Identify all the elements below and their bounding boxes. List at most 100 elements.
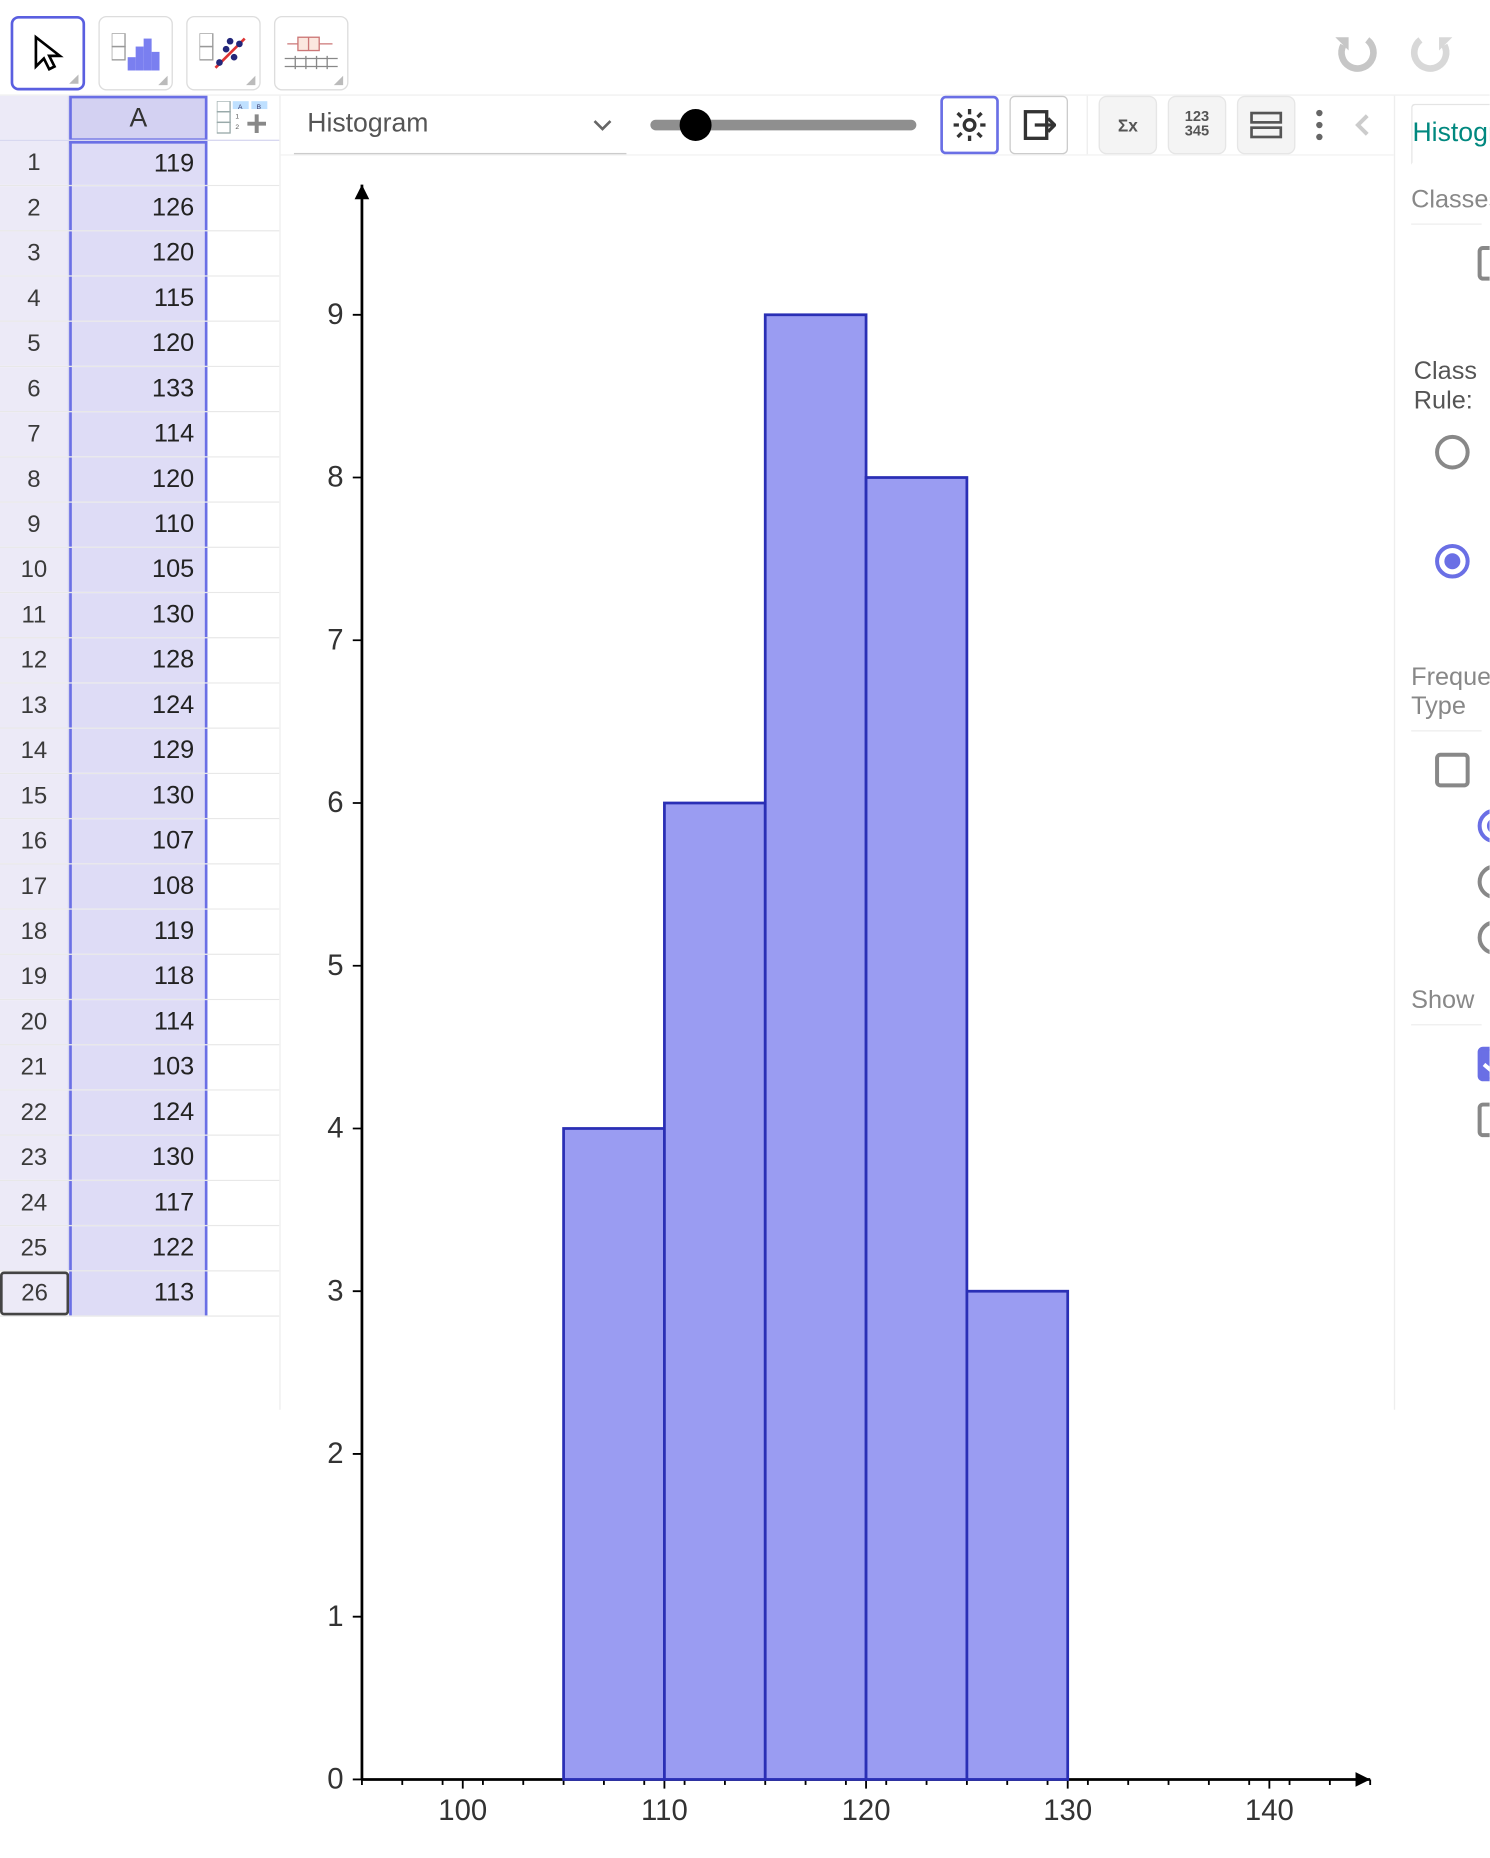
tab-histogram[interactable]: Histogram (1411, 104, 1489, 165)
checkbox-cumulative[interactable] (1435, 753, 1470, 788)
rownum-cell[interactable]: 5 (0, 322, 69, 366)
rownum-cell[interactable]: 25 (0, 1226, 69, 1270)
cell-a[interactable]: 124 (69, 1091, 207, 1135)
rownum-cell[interactable]: 13 (0, 684, 69, 728)
cell-b[interactable] (207, 412, 279, 456)
cell-b[interactable] (207, 1226, 279, 1270)
cell-a[interactable]: 118 (69, 955, 207, 999)
cell-a[interactable]: 128 (69, 638, 207, 682)
rownum-cell[interactable]: 16 (0, 819, 69, 863)
rownum-cell[interactable]: 7 (0, 412, 69, 456)
cell-b[interactable] (207, 910, 279, 954)
cell-a[interactable]: 124 (69, 684, 207, 728)
cell-b[interactable] (207, 955, 279, 999)
cell-a[interactable]: 115 (69, 277, 207, 321)
radio-relative[interactable] (1478, 865, 1490, 900)
cell-a[interactable]: 110 (69, 503, 207, 547)
radio-rule-lte-lt[interactable] (1435, 544, 1470, 579)
cell-b[interactable] (207, 1271, 279, 1315)
cell-a[interactable]: 133 (69, 367, 207, 411)
numbers-button[interactable]: 123 345 (1168, 96, 1227, 155)
class-width-slider[interactable] (650, 120, 916, 131)
cell-b[interactable] (207, 503, 279, 547)
cell-a[interactable]: 130 (69, 1136, 207, 1180)
cell-b[interactable] (207, 548, 279, 592)
kebab-button[interactable] (1306, 109, 1333, 141)
cell-a[interactable]: 122 (69, 1226, 207, 1270)
cell-b[interactable] (207, 1181, 279, 1225)
rownum-cell[interactable]: 11 (0, 593, 69, 637)
cell-b[interactable] (207, 141, 279, 185)
undo-button[interactable] (1325, 21, 1389, 85)
cell-a[interactable]: 130 (69, 593, 207, 637)
rownum-cell[interactable]: 15 (0, 774, 69, 818)
checkbox-show-freq-table[interactable] (1478, 1103, 1490, 1138)
cell-b[interactable] (207, 458, 279, 502)
cell-b[interactable] (207, 1045, 279, 1089)
redo-button[interactable] (1399, 21, 1463, 85)
tool-scatter[interactable] (186, 15, 260, 89)
cell-a[interactable]: 103 (69, 1045, 207, 1089)
cell-b[interactable] (207, 1091, 279, 1135)
cell-b[interactable] (207, 277, 279, 321)
cell-a[interactable]: 117 (69, 1181, 207, 1225)
rownum-cell[interactable]: 26 (0, 1271, 69, 1315)
cell-b[interactable] (207, 684, 279, 728)
tool-pointer[interactable] (11, 15, 85, 89)
rownum-cell[interactable]: 2 (0, 186, 69, 230)
rownum-cell[interactable]: 22 (0, 1091, 69, 1135)
rownum-cell[interactable]: 12 (0, 638, 69, 682)
cell-b[interactable] (207, 638, 279, 682)
collapse-panel-button[interactable] (1343, 113, 1380, 137)
checkbox-set-classes[interactable] (1478, 246, 1490, 281)
radio-rule-lt-lte[interactable] (1435, 435, 1470, 470)
cell-b[interactable] (207, 819, 279, 863)
cell-a[interactable]: 114 (69, 1000, 207, 1044)
cell-a[interactable]: 107 (69, 819, 207, 863)
rownum-cell[interactable]: 19 (0, 955, 69, 999)
rownum-header[interactable] (0, 96, 69, 140)
table-plus-icon[interactable]: AB 12 (207, 96, 279, 140)
rownum-cell[interactable]: 4 (0, 277, 69, 321)
cell-a[interactable]: 108 (69, 865, 207, 909)
cell-a[interactable]: 120 (69, 458, 207, 502)
slider-thumb[interactable] (680, 109, 712, 141)
cell-b[interactable] (207, 729, 279, 773)
cell-a[interactable]: 105 (69, 548, 207, 592)
cell-a[interactable]: 113 (69, 1271, 207, 1315)
cell-a[interactable]: 129 (69, 729, 207, 773)
cell-a[interactable]: 130 (69, 774, 207, 818)
chart-type-dropdown[interactable]: Histogram (294, 96, 626, 155)
rownum-cell[interactable]: 21 (0, 1045, 69, 1089)
cell-b[interactable] (207, 593, 279, 637)
rownum-cell[interactable]: 17 (0, 865, 69, 909)
stack-button[interactable] (1237, 96, 1296, 155)
cell-b[interactable] (207, 231, 279, 275)
cell-a[interactable]: 126 (69, 186, 207, 230)
rownum-cell[interactable]: 1 (0, 141, 69, 185)
cell-b[interactable] (207, 322, 279, 366)
rownum-cell[interactable]: 8 (0, 458, 69, 502)
rownum-cell[interactable]: 3 (0, 231, 69, 275)
radio-normalized[interactable] (1478, 920, 1490, 955)
cell-b[interactable] (207, 774, 279, 818)
rownum-cell[interactable]: 23 (0, 1136, 69, 1180)
radio-count[interactable] (1478, 809, 1490, 844)
rownum-cell[interactable]: 14 (0, 729, 69, 773)
cell-a[interactable]: 119 (69, 141, 207, 185)
tool-histogram[interactable] (98, 15, 172, 89)
rownum-cell[interactable]: 20 (0, 1000, 69, 1044)
cell-b[interactable] (207, 186, 279, 230)
rownum-cell[interactable]: 6 (0, 367, 69, 411)
cell-b[interactable] (207, 865, 279, 909)
sigma-button[interactable]: Σx (1099, 96, 1158, 155)
cell-b[interactable] (207, 1000, 279, 1044)
tool-boxplot[interactable] (274, 15, 348, 89)
cell-a[interactable]: 120 (69, 231, 207, 275)
settings-button[interactable] (940, 96, 999, 155)
checkbox-show-histogram[interactable] (1478, 1047, 1490, 1082)
cell-a[interactable]: 114 (69, 412, 207, 456)
rownum-cell[interactable]: 10 (0, 548, 69, 592)
cell-a[interactable]: 120 (69, 322, 207, 366)
rownum-cell[interactable]: 18 (0, 910, 69, 954)
